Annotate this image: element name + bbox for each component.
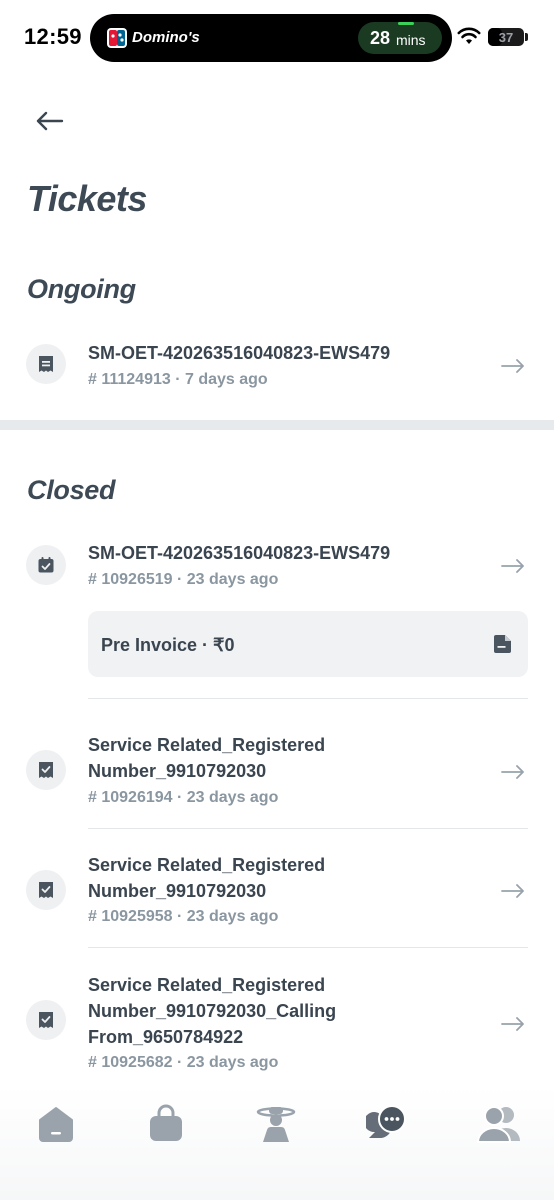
back-arrow-icon[interactable] [32, 104, 66, 138]
ticket-row[interactable]: Service Related_Registered Number_991079… [0, 972, 554, 1078]
dominos-logo-icon [107, 28, 127, 48]
receipt-icon [26, 344, 66, 384]
bag-icon[interactable] [146, 1104, 186, 1144]
ticket-title: Service Related_Registered Number_991079… [88, 735, 326, 781]
ticket-meta: # 10925682 · 23 days ago [88, 1054, 279, 1071]
section-title-ongoing: Ongoing [27, 274, 136, 304]
chat-icon[interactable] [366, 1104, 406, 1144]
pre-invoice-card[interactable]: Pre Invoice · ₹0 [88, 611, 528, 677]
calendar-check-icon [26, 545, 66, 585]
home-icon[interactable] [36, 1104, 76, 1144]
ticket-row[interactable]: SM-OET-420263516040823-EWS479 # 11124913… [0, 334, 554, 404]
bottom-navigation [0, 1086, 554, 1200]
ticket-meta: # 10926519 · 23 days ago [88, 571, 279, 588]
section-title-closed: Closed [27, 475, 116, 505]
section-divider [0, 420, 554, 430]
receipt-check-icon [26, 750, 66, 790]
eta-progress-indicator [398, 22, 414, 25]
ticket-row[interactable]: Service Related_Registered Number_991079… [0, 852, 554, 932]
page-title: Tickets [27, 178, 147, 219]
ticket-row[interactable]: Service Related_Registered Number_991079… [0, 732, 554, 812]
live-activity-brand: Domino's [132, 29, 200, 46]
arrow-right-icon [501, 1017, 524, 1031]
list-divider [88, 828, 528, 829]
battery-level: 37 [498, 30, 514, 45]
status-bar: 12:59 Domino's 28 mins 37 [0, 0, 554, 78]
dynamic-island-live-activity[interactable]: Domino's 28 mins [90, 14, 452, 62]
status-time: 12:59 [24, 24, 82, 49]
list-divider [88, 698, 528, 699]
ticket-meta: # 11124913 · 7 days ago [88, 371, 268, 388]
document-icon [494, 635, 511, 653]
eta-unit: mins [396, 32, 426, 48]
wifi-icon [457, 27, 481, 44]
eta-pill: 28 mins [358, 22, 442, 54]
receipt-check-icon [26, 870, 66, 910]
ticket-row[interactable]: SM-OET-420263516040823-EWS479 # 10926519… [0, 535, 554, 595]
arrow-right-icon [501, 559, 524, 573]
ticket-title: Service Related_Registered Number_991079… [88, 975, 337, 1047]
battery-indicator: 37 [488, 28, 524, 46]
ticket-title: SM-OET-420263516040823-EWS479 [88, 343, 391, 363]
ticket-meta: # 10925958 · 23 days ago [88, 908, 279, 925]
pre-invoice-label: Pre Invoice · ₹0 [101, 635, 235, 655]
technician-icon[interactable] [256, 1104, 296, 1144]
receipt-check-icon [26, 1000, 66, 1040]
eta-value: 28 [370, 28, 391, 48]
ticket-title: SM-OET-420263516040823-EWS479 [88, 543, 391, 563]
arrow-right-icon [501, 765, 524, 779]
arrow-right-icon [501, 884, 524, 898]
ticket-title: Service Related_Registered Number_991079… [88, 855, 326, 901]
arrow-right-icon [501, 359, 524, 373]
users-icon[interactable] [476, 1104, 522, 1144]
ticket-meta: # 10926194 · 23 days ago [88, 789, 279, 806]
list-divider [88, 947, 528, 948]
